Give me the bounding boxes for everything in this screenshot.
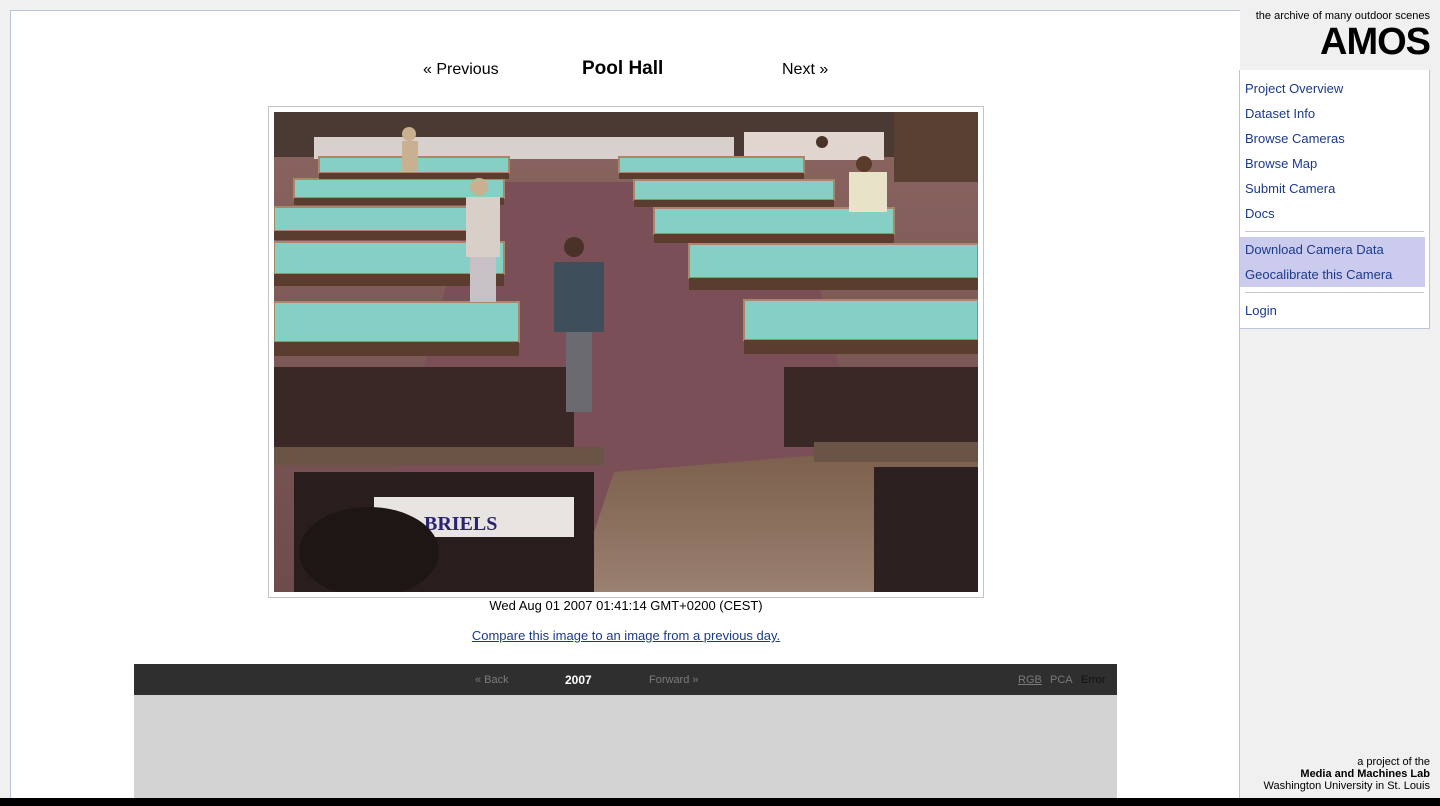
timeline-panel: « Back 2007 Forward » RGB PCA Error [134,664,1117,806]
menu-project-overview[interactable]: Project Overview [1245,81,1343,96]
next-camera-link[interactable]: Next » [782,61,828,79]
menu-browse-cameras[interactable]: Browse Cameras [1245,131,1345,146]
camera-navigation: « Previous Pool Hall Next » [11,58,1240,85]
camera-actions-group: Download Camera Data Geocalibrate this C… [1240,237,1425,287]
mode-pca-link[interactable]: PCA [1050,674,1073,686]
menu-login[interactable]: Login [1245,303,1277,318]
previous-camera-link[interactable]: « Previous [423,61,499,79]
menu-divider [1245,292,1424,293]
photo-sign-text: BRIELS [424,513,497,535]
timeline-forward-button[interactable]: Forward » [649,674,699,686]
window-bottom-edge [0,798,1440,806]
project-credit: a project of the Media and Machines Lab … [1264,756,1431,792]
sidebar-border [1239,328,1240,798]
menu-docs[interactable]: Docs [1245,206,1275,221]
page-title: Pool Hall [582,58,664,79]
timeline-year: 2007 [565,673,592,687]
camera-image[interactable]: BRIELS [274,112,978,592]
site-logo[interactable]: AMOS [1320,22,1431,62]
credit-lab[interactable]: Media and Machines Lab [1264,768,1430,780]
menu-download-camera-data[interactable]: Download Camera Data [1245,242,1384,257]
compare-previous-day-link[interactable]: Compare this image to an image from a pr… [472,628,780,643]
mode-rgb-link[interactable]: RGB [1018,674,1042,686]
menu-geocalibrate-camera[interactable]: Geocalibrate this Camera [1245,267,1392,282]
credit-intro: a project of the [1357,756,1430,768]
mode-error-label[interactable]: Error [1081,674,1105,686]
menu-submit-camera[interactable]: Submit Camera [1245,181,1335,196]
image-timestamp: Wed Aug 01 2007 01:41:14 GMT+0200 (CEST) [489,598,763,613]
compare-link-container: Compare this image to an image from a pr… [11,628,1240,643]
timeline-back-button[interactable]: « Back [475,674,509,686]
brand: the archive of many outdoor scenes AMOS [1239,10,1431,70]
main-content: « Previous Pool Hall Next » BRIELS Wed A… [10,10,1240,806]
sidebar: the archive of many outdoor scenes AMOS … [1239,0,1440,806]
credit-university: Washington University in St. Louis [1263,780,1431,792]
camera-image-frame: BRIELS [268,106,984,598]
sidebar-menu: Project Overview Dataset Info Browse Cam… [1239,70,1430,329]
pool-hall-photo: BRIELS [274,112,978,592]
menu-dataset-info[interactable]: Dataset Info [1245,106,1315,121]
menu-browse-map[interactable]: Browse Map [1245,156,1317,171]
timeline-toolbar: « Back 2007 Forward » RGB PCA Error [134,664,1117,695]
menu-divider [1245,231,1424,232]
